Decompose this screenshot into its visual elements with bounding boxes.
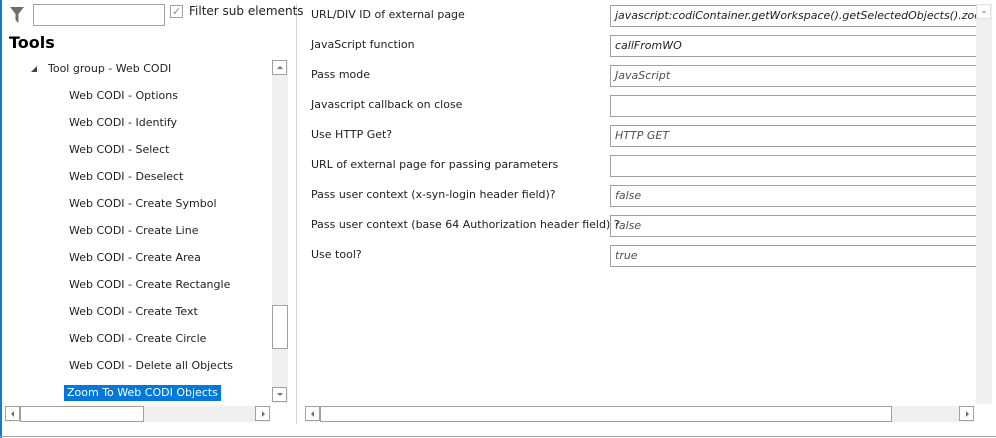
property-label: JavaScript function bbox=[311, 38, 415, 51]
property-value-field[interactable] bbox=[610, 155, 976, 177]
property-value-field[interactable]: false bbox=[610, 185, 976, 207]
property-value-field[interactable]: callFromWO bbox=[610, 35, 976, 57]
tree-item[interactable]: Web CODI - Create Line bbox=[67, 223, 200, 239]
scroll-thumb[interactable] bbox=[272, 305, 288, 349]
scroll-up-button[interactable] bbox=[976, 4, 991, 19]
tool-search-input[interactable] bbox=[33, 4, 165, 26]
property-value-field[interactable] bbox=[610, 95, 976, 117]
tree-horizontal-scrollbar[interactable] bbox=[5, 406, 270, 422]
tree-vertical-scrollbar[interactable] bbox=[272, 60, 288, 403]
tree-item[interactable]: Web CODI - Create Area bbox=[67, 250, 203, 266]
tree-item[interactable]: Web CODI - Create Rectangle bbox=[67, 277, 232, 293]
tree-item[interactable]: Web CODI - Identify bbox=[67, 115, 179, 131]
window-edge bbox=[0, 0, 2, 438]
tools-heading: Tools bbox=[9, 33, 55, 52]
arrow-left-icon bbox=[11, 411, 14, 417]
property-label: Use tool? bbox=[311, 248, 362, 261]
scroll-left-button[interactable] bbox=[305, 406, 320, 421]
scroll-right-button[interactable] bbox=[255, 406, 270, 421]
filter-sub-elements-label[interactable]: Filter sub elements bbox=[189, 4, 304, 18]
scroll-down-button[interactable] bbox=[272, 387, 287, 402]
filter-sub-elements-checkbox[interactable]: ✓ bbox=[170, 5, 183, 18]
property-label: URL of external page for passing paramet… bbox=[311, 158, 559, 171]
arrow-down-icon bbox=[277, 393, 283, 396]
property-value-field[interactable]: HTTP GET bbox=[610, 125, 976, 147]
property-value-field[interactable]: false bbox=[610, 215, 976, 237]
scroll-thumb[interactable] bbox=[320, 406, 892, 422]
pane-splitter[interactable] bbox=[296, 4, 297, 424]
arrow-right-icon bbox=[262, 411, 265, 417]
properties-horizontal-scrollbar[interactable] bbox=[305, 406, 974, 422]
scroll-left-button[interactable] bbox=[5, 406, 20, 421]
property-label: Pass mode bbox=[311, 68, 371, 81]
scroll-thumb[interactable] bbox=[20, 406, 144, 422]
arrow-right-icon bbox=[966, 411, 969, 417]
tree-item[interactable]: Web CODI - Create Circle bbox=[67, 331, 208, 347]
tree-item[interactable]: Web CODI - Deselect bbox=[67, 169, 185, 185]
funnel-icon[interactable] bbox=[9, 6, 25, 24]
bottom-divider bbox=[0, 436, 996, 437]
arrow-up-icon bbox=[277, 66, 283, 69]
checkmark-icon: ✓ bbox=[171, 5, 182, 18]
property-label: URL/DIV ID of external page bbox=[311, 8, 465, 21]
property-label: Pass user context (base 64 Authorization… bbox=[311, 218, 620, 231]
tree-item[interactable]: Web CODI - Select bbox=[67, 142, 171, 158]
triangle-expanded-icon[interactable] bbox=[31, 66, 37, 72]
tree-item[interactable]: Web CODI - Delete all Objects bbox=[67, 358, 235, 374]
tree-group-web-codi[interactable]: Tool group - Web CODI bbox=[48, 62, 171, 75]
scroll-up-button[interactable] bbox=[272, 60, 287, 75]
tree-item[interactable]: Zoom To Web CODI Objects bbox=[64, 385, 221, 401]
arrow-up-icon bbox=[981, 10, 987, 13]
properties-vertical-scrollbar[interactable] bbox=[976, 4, 992, 404]
tree-item[interactable]: Web CODI - Create Text bbox=[67, 304, 200, 320]
property-value-field[interactable]: javascript:codiContainer.getWorkspace().… bbox=[610, 5, 976, 27]
property-value-field[interactable]: true bbox=[610, 245, 976, 267]
tree-item[interactable]: Web CODI - Options bbox=[67, 88, 180, 104]
property-value-field[interactable]: JavaScript bbox=[610, 65, 976, 87]
property-label: Javascript callback on close bbox=[311, 98, 463, 111]
scroll-right-button[interactable] bbox=[959, 406, 974, 421]
property-label: Pass user context (x-syn-login header fi… bbox=[311, 188, 556, 201]
property-label: Use HTTP Get? bbox=[311, 128, 393, 141]
arrow-left-icon bbox=[311, 411, 314, 417]
tree-item[interactable]: Web CODI - Create Symbol bbox=[67, 196, 219, 212]
